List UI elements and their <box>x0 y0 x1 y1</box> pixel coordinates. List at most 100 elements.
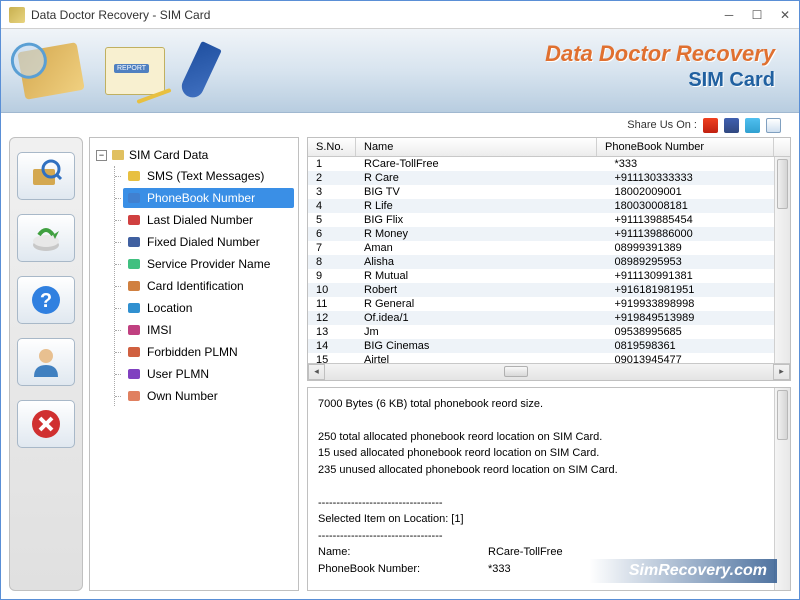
sms-icon <box>127 169 141 183</box>
horizontal-scrollbar[interactable]: ◂ ▸ <box>308 363 790 380</box>
tree-item-label: SMS (Text Messages) <box>147 169 264 183</box>
table-row[interactable]: 3BIG TV18002009001 <box>308 185 790 199</box>
help-button[interactable]: ? <box>17 276 75 324</box>
phonebook-icon <box>127 191 141 205</box>
col-sno[interactable]: S.No. <box>308 138 356 156</box>
tree-item-label: PhoneBook Number <box>147 191 255 205</box>
detail-selected: Selected Item on Location: [1] <box>318 511 780 528</box>
share-icon[interactable] <box>766 118 781 133</box>
export-button[interactable] <box>17 214 75 262</box>
table-row[interactable]: 9R Mutual+911130991381 <box>308 269 790 283</box>
tree-item-own[interactable]: Own Number <box>123 386 294 406</box>
scroll-thumb[interactable] <box>777 159 788 209</box>
detail-size: 7000 Bytes (6 KB) total phonebook reord … <box>318 396 780 413</box>
tree-item-location[interactable]: Location <box>123 298 294 318</box>
tree-item-dialed[interactable]: Last Dialed Number <box>123 210 294 230</box>
table-row[interactable]: 5BIG Flix+911139885454 <box>308 213 790 227</box>
user-button[interactable] <box>17 338 75 386</box>
scroll-right-icon[interactable]: ▸ <box>773 364 790 380</box>
app-icon <box>9 7 25 23</box>
cell-name: BIG Cinemas <box>356 339 607 353</box>
googleplus-icon[interactable] <box>703 118 718 133</box>
cell-number: 08989295953 <box>607 255 791 269</box>
user-icon <box>29 345 63 379</box>
tree-root[interactable]: − SIM Card Data <box>94 146 294 164</box>
location-icon <box>127 301 141 315</box>
table-row[interactable]: 7Aman08999391389 <box>308 241 790 255</box>
tree-item-label: Forbidden PLMN <box>147 345 238 359</box>
sim-icon <box>111 148 125 162</box>
table-row[interactable]: 2R Care+911130333333 <box>308 171 790 185</box>
tree-item-userplmn[interactable]: User PLMN <box>123 364 294 384</box>
footer-brand: SimRecovery.com <box>589 559 777 583</box>
hscroll-thumb[interactable] <box>504 366 528 377</box>
tree-item-sms[interactable]: SMS (Text Messages) <box>123 166 294 186</box>
col-name[interactable]: Name <box>356 138 597 156</box>
imsi-icon <box>127 323 141 337</box>
cell-name: Alisha <box>356 255 607 269</box>
cell-sno: 2 <box>308 171 356 185</box>
detail-number-value: *333 <box>488 561 511 578</box>
share-label: Share Us On : <box>627 119 697 131</box>
cell-number: +919849513989 <box>607 311 791 325</box>
cell-name: Aman <box>356 241 607 255</box>
tree-item-fixed[interactable]: Fixed Dialed Number <box>123 232 294 252</box>
vertical-scrollbar[interactable] <box>774 157 790 363</box>
tree-root-label: SIM Card Data <box>129 148 208 162</box>
tree-item-phonebook[interactable]: PhoneBook Number <box>123 188 294 208</box>
detail-name-value: RCare-TollFree <box>488 544 563 561</box>
title-bar: Data Doctor Recovery - SIM Card ─ ☐ ✕ <box>1 1 799 29</box>
forbidden-icon <box>127 345 141 359</box>
minimize-button[interactable]: ─ <box>723 9 735 21</box>
scroll-left-icon[interactable]: ◂ <box>308 364 325 380</box>
window-title: Data Doctor Recovery - SIM Card <box>31 8 723 22</box>
table-row[interactable]: 4R Life180030008181 <box>308 199 790 213</box>
detail-used: 15 used allocated phonebook reord locati… <box>318 445 780 462</box>
search-sim-button[interactable] <box>17 152 75 200</box>
table-row[interactable]: 15Airtel09013945477 <box>308 353 790 363</box>
maximize-button[interactable]: ☐ <box>751 9 763 21</box>
cardid-icon <box>127 279 141 293</box>
table-row[interactable]: 13Jm09538995685 <box>308 325 790 339</box>
tree-item-label: User PLMN <box>147 367 209 381</box>
table-row[interactable]: 1RCare-TollFree*333 <box>308 157 790 171</box>
tree-item-provider[interactable]: Service Provider Name <box>123 254 294 274</box>
exit-button[interactable] <box>17 400 75 448</box>
tree-item-forbidden[interactable]: Forbidden PLMN <box>123 342 294 362</box>
cell-name: BIG Flix <box>356 213 607 227</box>
cell-name: Robert <box>356 283 607 297</box>
cell-number: +919933898998 <box>607 297 791 311</box>
table-row[interactable]: 10Robert+916181981951 <box>308 283 790 297</box>
table-body[interactable]: 1RCare-TollFree*3332R Care+9111303333333… <box>308 157 790 363</box>
own-icon <box>127 389 141 403</box>
cell-name: Jm <box>356 325 607 339</box>
facebook-icon[interactable] <box>724 118 739 133</box>
table-row[interactable]: 14BIG Cinemas0819598361 <box>308 339 790 353</box>
tree-item-imsi[interactable]: IMSI <box>123 320 294 340</box>
svg-text:?: ? <box>40 290 52 312</box>
cell-sno: 11 <box>308 297 356 311</box>
cell-sno: 10 <box>308 283 356 297</box>
export-icon <box>29 221 63 255</box>
cell-number: 0819598361 <box>607 339 791 353</box>
tree-item-label: Last Dialed Number <box>147 213 253 227</box>
close-button[interactable]: ✕ <box>779 9 791 21</box>
table-row[interactable]: 8Alisha08989295953 <box>308 255 790 269</box>
tree-item-cardid[interactable]: Card Identification <box>123 276 294 296</box>
table-row[interactable]: 6R Money+911139886000 <box>308 227 790 241</box>
col-number[interactable]: PhoneBook Number <box>597 138 774 156</box>
cell-name: R Life <box>356 199 607 213</box>
table-row[interactable]: 11R General+919933898998 <box>308 297 790 311</box>
cell-sno: 5 <box>308 213 356 227</box>
twitter-icon[interactable] <box>745 118 760 133</box>
collapse-icon[interactable]: − <box>96 150 107 161</box>
cell-sno: 14 <box>308 339 356 353</box>
cell-name: RCare-TollFree <box>356 157 607 171</box>
phonebook-table: S.No. Name PhoneBook Number 1RCare-TollF… <box>307 137 791 381</box>
tree-item-label: Service Provider Name <box>147 257 270 271</box>
scroll-thumb[interactable] <box>777 390 788 440</box>
cell-name: BIG TV <box>356 185 607 199</box>
table-row[interactable]: 12Of.idea/1+919849513989 <box>308 311 790 325</box>
cell-name: R Money <box>356 227 607 241</box>
banner-art <box>21 43 211 99</box>
